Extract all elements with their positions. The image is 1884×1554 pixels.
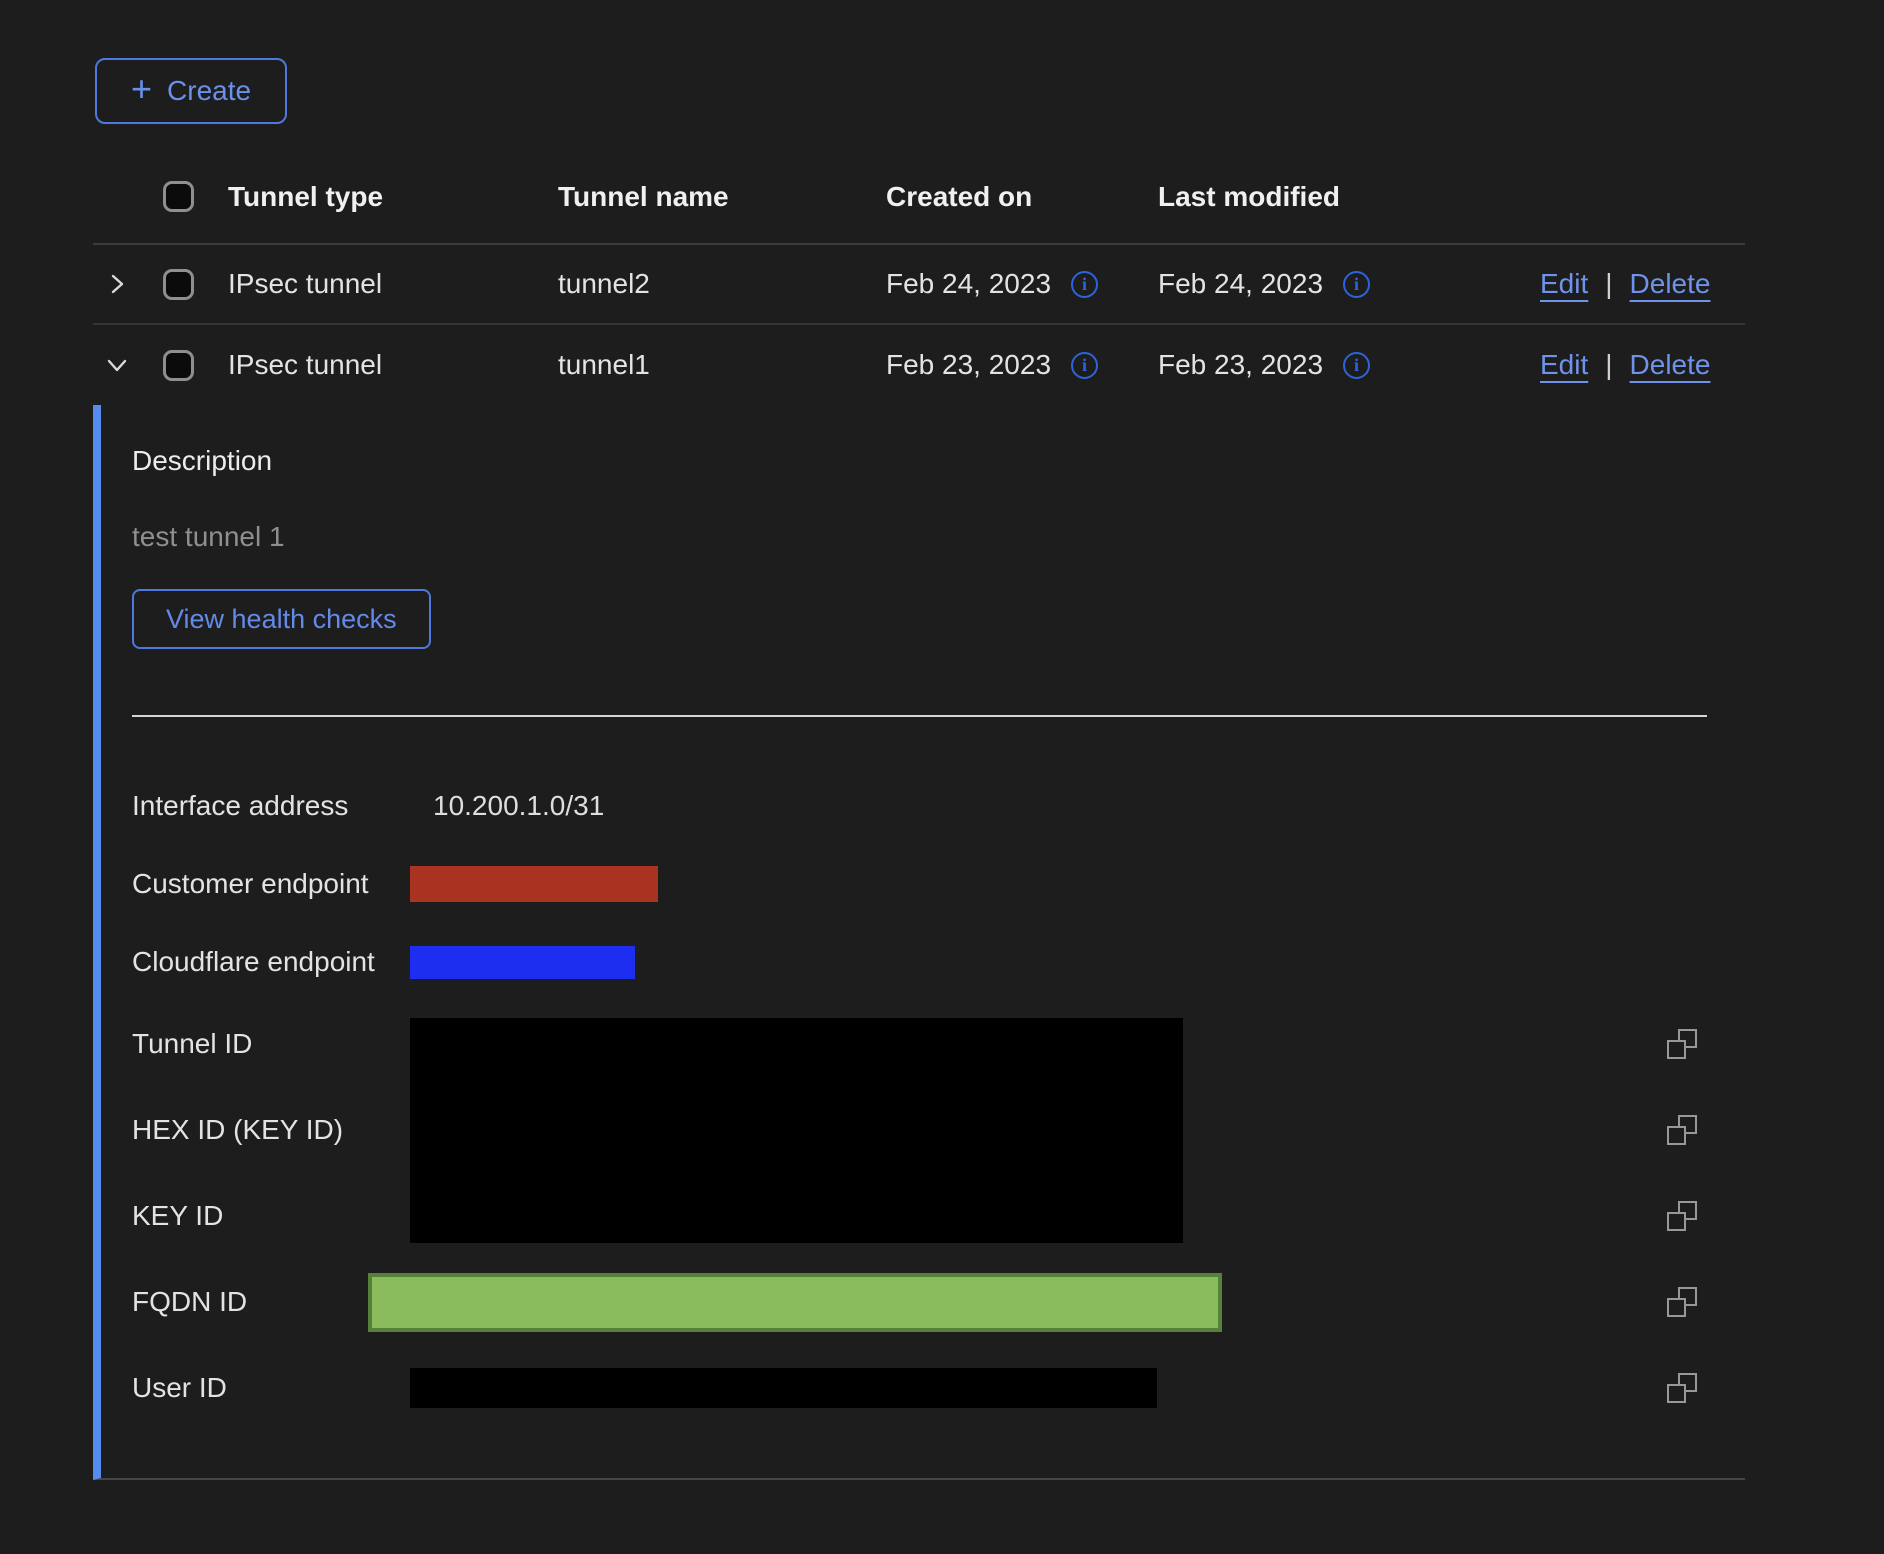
tunnel-name-cell: tunnel1 xyxy=(558,349,886,381)
tunnel-id-label: Tunnel ID xyxy=(132,1001,410,1087)
delete-link[interactable]: Delete xyxy=(1630,268,1711,300)
edit-link[interactable]: Edit xyxy=(1540,268,1588,300)
tunnel-type-cell: IPsec tunnel xyxy=(228,268,558,300)
header-created-on: Created on xyxy=(886,181,1158,213)
info-icon[interactable]: i xyxy=(1071,352,1098,379)
interface-address-value: 10.200.1.0/31 xyxy=(410,790,604,822)
fqdn-id-row: FQDN ID xyxy=(132,1259,1745,1345)
collapse-row-button[interactable] xyxy=(105,353,129,377)
copy-icon[interactable] xyxy=(1667,1115,1697,1145)
info-icon[interactable]: i xyxy=(1343,271,1370,298)
expanded-tunnel-details: Description test tunnel 1 View health ch… xyxy=(93,405,1745,1480)
chevron-down-icon xyxy=(105,353,129,377)
description-label: Description xyxy=(132,445,1745,477)
table-row-tunnel1: IPsec tunnel tunnel1 Feb 23, 2023 i Feb … xyxy=(93,325,1745,405)
hex-id-label: HEX ID (KEY ID) xyxy=(132,1087,410,1173)
row-checkbox[interactable] xyxy=(163,269,194,300)
user-id-redacted-value xyxy=(410,1368,1157,1408)
copy-icon[interactable] xyxy=(1667,1201,1697,1231)
edit-link[interactable]: Edit xyxy=(1540,349,1588,381)
user-id-label: User ID xyxy=(132,1372,410,1404)
tunnel-type-cell: IPsec tunnel xyxy=(228,349,558,381)
cloudflare-endpoint-redacted-value xyxy=(410,946,635,979)
description-value: test tunnel 1 xyxy=(132,521,1745,553)
header-tunnel-type: Tunnel type xyxy=(228,181,558,213)
interface-address-row: Interface address 10.200.1.0/31 xyxy=(132,767,1745,845)
last-modified-value: Feb 23, 2023 xyxy=(1158,349,1323,381)
chevron-right-icon xyxy=(105,272,129,296)
id-fields-group: Tunnel ID HEX ID (KEY ID) KEY ID xyxy=(132,1001,1745,1259)
tunnel-name-cell: tunnel2 xyxy=(558,268,886,300)
cloudflare-endpoint-label: Cloudflare endpoint xyxy=(132,946,410,978)
row-checkbox[interactable] xyxy=(163,350,194,381)
delete-link[interactable]: Delete xyxy=(1630,349,1711,381)
create-button[interactable]: + Create xyxy=(95,58,287,124)
expand-row-button[interactable] xyxy=(105,272,129,296)
customer-endpoint-row: Customer endpoint xyxy=(132,845,1745,923)
ipsec-tunnels-page: + Create Tunnel type Tunnel name Created… xyxy=(0,0,1884,1554)
header-last-modified: Last modified xyxy=(1158,181,1540,213)
select-all-checkbox[interactable] xyxy=(163,181,194,212)
header-checkbox-cell xyxy=(150,181,228,212)
section-divider xyxy=(132,715,1707,717)
info-icon[interactable]: i xyxy=(1343,352,1370,379)
create-button-label: Create xyxy=(167,75,251,107)
fqdn-id-redacted-value xyxy=(368,1273,1222,1332)
info-icon[interactable]: i xyxy=(1071,271,1098,298)
tunnels-table: Tunnel type Tunnel name Created on Last … xyxy=(93,150,1745,405)
table-header-row: Tunnel type Tunnel name Created on Last … xyxy=(93,150,1745,245)
key-id-label: KEY ID xyxy=(132,1173,410,1259)
created-on-value: Feb 24, 2023 xyxy=(886,268,1051,300)
plus-icon: + xyxy=(131,71,152,107)
view-health-checks-button[interactable]: View health checks xyxy=(132,589,431,649)
interface-address-label: Interface address xyxy=(132,790,410,822)
customer-endpoint-redacted-value xyxy=(410,866,658,902)
copy-icon[interactable] xyxy=(1667,1287,1697,1317)
user-id-row: User ID xyxy=(132,1345,1745,1431)
customer-endpoint-label: Customer endpoint xyxy=(132,868,410,900)
copy-icon[interactable] xyxy=(1667,1029,1697,1059)
last-modified-value: Feb 24, 2023 xyxy=(1158,268,1323,300)
copy-icon[interactable] xyxy=(1667,1373,1697,1403)
link-separator: | xyxy=(1605,349,1612,381)
header-tunnel-name: Tunnel name xyxy=(558,181,886,213)
created-on-value: Feb 23, 2023 xyxy=(886,349,1051,381)
table-row-tunnel2: IPsec tunnel tunnel2 Feb 24, 2023 i Feb … xyxy=(93,245,1745,325)
link-separator: | xyxy=(1605,268,1612,300)
tunnel-detail-fields: Interface address 10.200.1.0/31 Customer… xyxy=(132,767,1745,1431)
cloudflare-endpoint-row: Cloudflare endpoint xyxy=(132,923,1745,1001)
id-values-redacted-block xyxy=(410,1018,1183,1243)
